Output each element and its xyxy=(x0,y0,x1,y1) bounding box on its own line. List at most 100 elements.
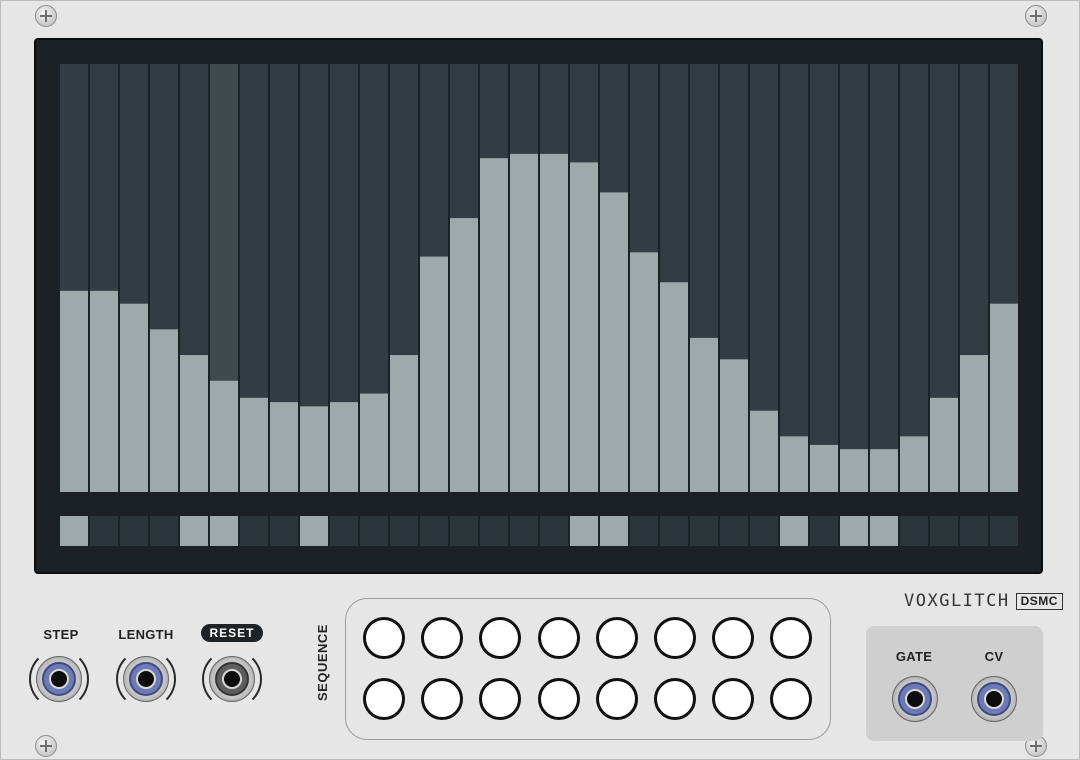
gate-cell[interactable] xyxy=(600,516,628,546)
step-bar[interactable] xyxy=(450,218,478,492)
reset-label-wrap: RESET xyxy=(201,624,263,642)
sequence-button[interactable] xyxy=(595,678,638,720)
sequence-button[interactable] xyxy=(712,617,755,659)
gate-cell[interactable] xyxy=(450,516,478,546)
step-bar[interactable] xyxy=(690,337,718,492)
length-label: LENGTH xyxy=(118,627,174,642)
step-bars[interactable] xyxy=(36,40,1041,572)
gate-cell[interactable] xyxy=(840,516,868,546)
sequence-button[interactable] xyxy=(712,678,755,720)
jack-hole xyxy=(49,669,69,689)
step-bar[interactable] xyxy=(180,355,208,492)
gate-cell[interactable] xyxy=(690,516,718,546)
gate-cell[interactable] xyxy=(900,516,928,546)
gate-cell[interactable] xyxy=(210,516,238,546)
gate-output-jack[interactable] xyxy=(885,669,945,729)
cv-output-jack[interactable] xyxy=(964,669,1024,729)
step-bar[interactable] xyxy=(900,436,928,492)
step-bar[interactable] xyxy=(480,158,508,492)
step-bar-background[interactable] xyxy=(900,64,928,492)
step-bar[interactable] xyxy=(300,406,328,492)
sequence-frame xyxy=(345,598,831,740)
brand-tag: DSMC xyxy=(1015,592,1063,610)
sequence-button[interactable] xyxy=(654,678,696,720)
gate-cell[interactable] xyxy=(540,516,568,546)
sequence-button[interactable] xyxy=(363,617,405,659)
step-input-jack[interactable] xyxy=(29,649,89,709)
step-bar[interactable] xyxy=(810,444,838,492)
step-bar[interactable] xyxy=(390,355,418,492)
step-bar[interactable] xyxy=(60,290,88,492)
step-bar-background[interactable] xyxy=(840,64,868,492)
step-bar[interactable] xyxy=(360,393,388,492)
step-bar[interactable] xyxy=(120,303,148,492)
gate-cell[interactable] xyxy=(870,516,898,546)
step-bar[interactable] xyxy=(540,153,568,492)
gate-label: GATE xyxy=(895,649,933,664)
jack-hole xyxy=(984,689,1004,709)
step-bar[interactable] xyxy=(210,380,238,492)
gate-cell[interactable] xyxy=(660,516,688,546)
step-bar[interactable] xyxy=(930,397,958,492)
step-bar-background[interactable] xyxy=(870,64,898,492)
gate-cell[interactable] xyxy=(390,516,418,546)
cv-label: CV xyxy=(984,649,1004,664)
step-bar[interactable] xyxy=(870,449,898,492)
step-bar[interactable] xyxy=(330,402,358,492)
step-bar[interactable] xyxy=(840,449,868,492)
gate-cell[interactable] xyxy=(300,516,328,546)
step-bar[interactable] xyxy=(600,192,628,492)
step-bar[interactable] xyxy=(90,290,118,492)
gate-cell[interactable] xyxy=(780,516,808,546)
module-panel: VOXGLITCH DSMC STEP LENGTH RESET SEQUENC… xyxy=(0,0,1080,760)
step-bar[interactable] xyxy=(660,282,688,492)
step-bar[interactable] xyxy=(150,329,178,492)
gate-cell[interactable] xyxy=(960,516,988,546)
gate-cell[interactable] xyxy=(720,516,748,546)
sequence-button[interactable] xyxy=(421,617,464,659)
reset-label: RESET xyxy=(201,624,263,642)
gate-cell[interactable] xyxy=(810,516,838,546)
gate-cell[interactable] xyxy=(480,516,508,546)
step-bar[interactable] xyxy=(420,256,448,492)
gate-cell[interactable] xyxy=(90,516,118,546)
sequence-label: SEQUENCE xyxy=(315,624,330,701)
step-bar[interactable] xyxy=(960,355,988,492)
gate-cell[interactable] xyxy=(330,516,358,546)
gate-cell[interactable] xyxy=(570,516,598,546)
step-bar[interactable] xyxy=(990,303,1018,492)
step-bar[interactable] xyxy=(240,397,268,492)
gate-cell[interactable] xyxy=(360,516,388,546)
sequence-button[interactable] xyxy=(537,617,580,659)
length-input-jack[interactable] xyxy=(116,649,176,709)
reset-input-jack[interactable] xyxy=(202,649,262,709)
gate-cell[interactable] xyxy=(930,516,958,546)
step-bar[interactable] xyxy=(780,436,808,492)
step-bar-background[interactable] xyxy=(810,64,838,492)
screw-icon xyxy=(35,735,57,757)
screw-icon xyxy=(1025,5,1047,27)
gate-cell[interactable] xyxy=(150,516,178,546)
gate-cell[interactable] xyxy=(270,516,298,546)
sequence-button[interactable] xyxy=(595,617,638,659)
gate-cell[interactable] xyxy=(420,516,448,546)
step-bar-background[interactable] xyxy=(780,64,808,492)
sequence-button[interactable] xyxy=(654,617,696,659)
step-bar[interactable] xyxy=(510,153,538,492)
gate-cell[interactable] xyxy=(510,516,538,546)
gate-cell[interactable] xyxy=(750,516,778,546)
step-bar[interactable] xyxy=(750,410,778,492)
step-bar[interactable] xyxy=(630,252,658,492)
step-bar[interactable] xyxy=(570,162,598,492)
step-bar[interactable] xyxy=(270,402,298,492)
gate-cell[interactable] xyxy=(240,516,268,546)
gate-cell[interactable] xyxy=(180,516,208,546)
gate-cell[interactable] xyxy=(120,516,148,546)
step-bar[interactable] xyxy=(720,359,748,492)
gate-cell[interactable] xyxy=(630,516,658,546)
sequence-button[interactable] xyxy=(537,678,580,720)
gate-cell[interactable] xyxy=(60,516,88,546)
gate-cell[interactable] xyxy=(990,516,1018,546)
sequence-button[interactable] xyxy=(363,678,405,720)
sequence-button[interactable] xyxy=(421,678,464,720)
